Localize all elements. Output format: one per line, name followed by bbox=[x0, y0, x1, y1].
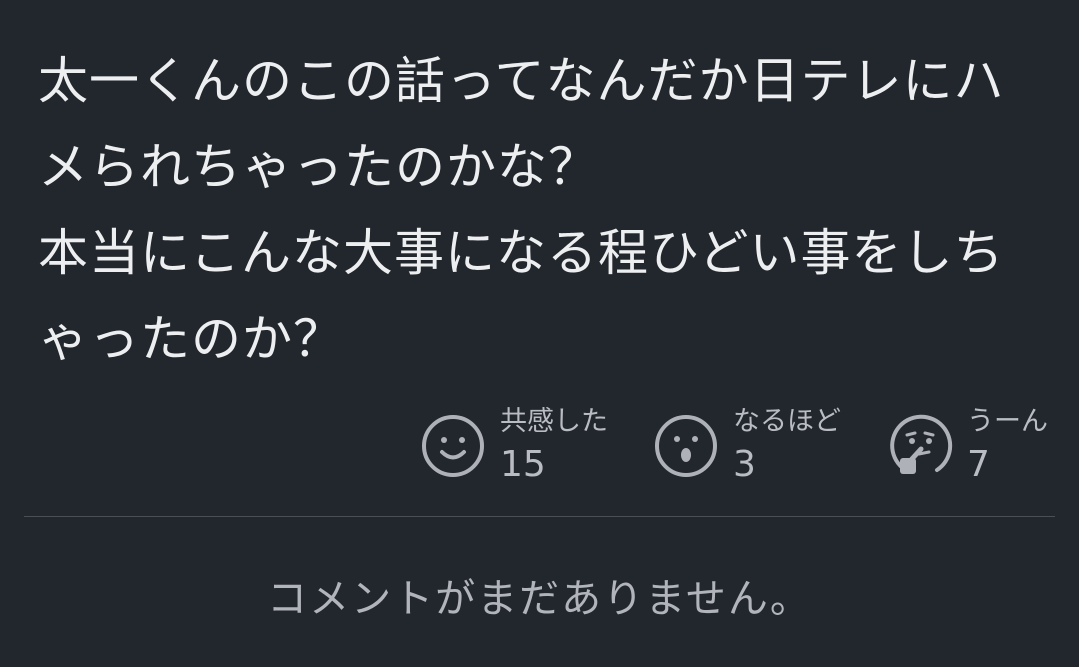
smile-face-icon bbox=[420, 413, 486, 479]
reaction-count: 3 bbox=[733, 444, 756, 485]
reaction-label: うーん bbox=[967, 406, 1048, 437]
thinking-face-icon bbox=[887, 413, 953, 479]
section-divider bbox=[24, 516, 1055, 517]
reaction-count: 15 bbox=[500, 444, 546, 485]
reaction-label: 共感した bbox=[500, 406, 608, 437]
reaction-bar: 共感した 15 なるほど 3 うーん 7 bbox=[420, 405, 1055, 485]
comment-text: 太一くんのこの話ってなんだか日テレにハメられちゃったのかな？ 本当にこんな大事に… bbox=[38, 52, 1005, 368]
no-comments-message: コメントがまだありません。 bbox=[267, 576, 812, 622]
reaction-count: 7 bbox=[967, 444, 990, 485]
reaction-label: なるほど bbox=[733, 406, 841, 437]
surprised-face-icon bbox=[653, 413, 719, 479]
